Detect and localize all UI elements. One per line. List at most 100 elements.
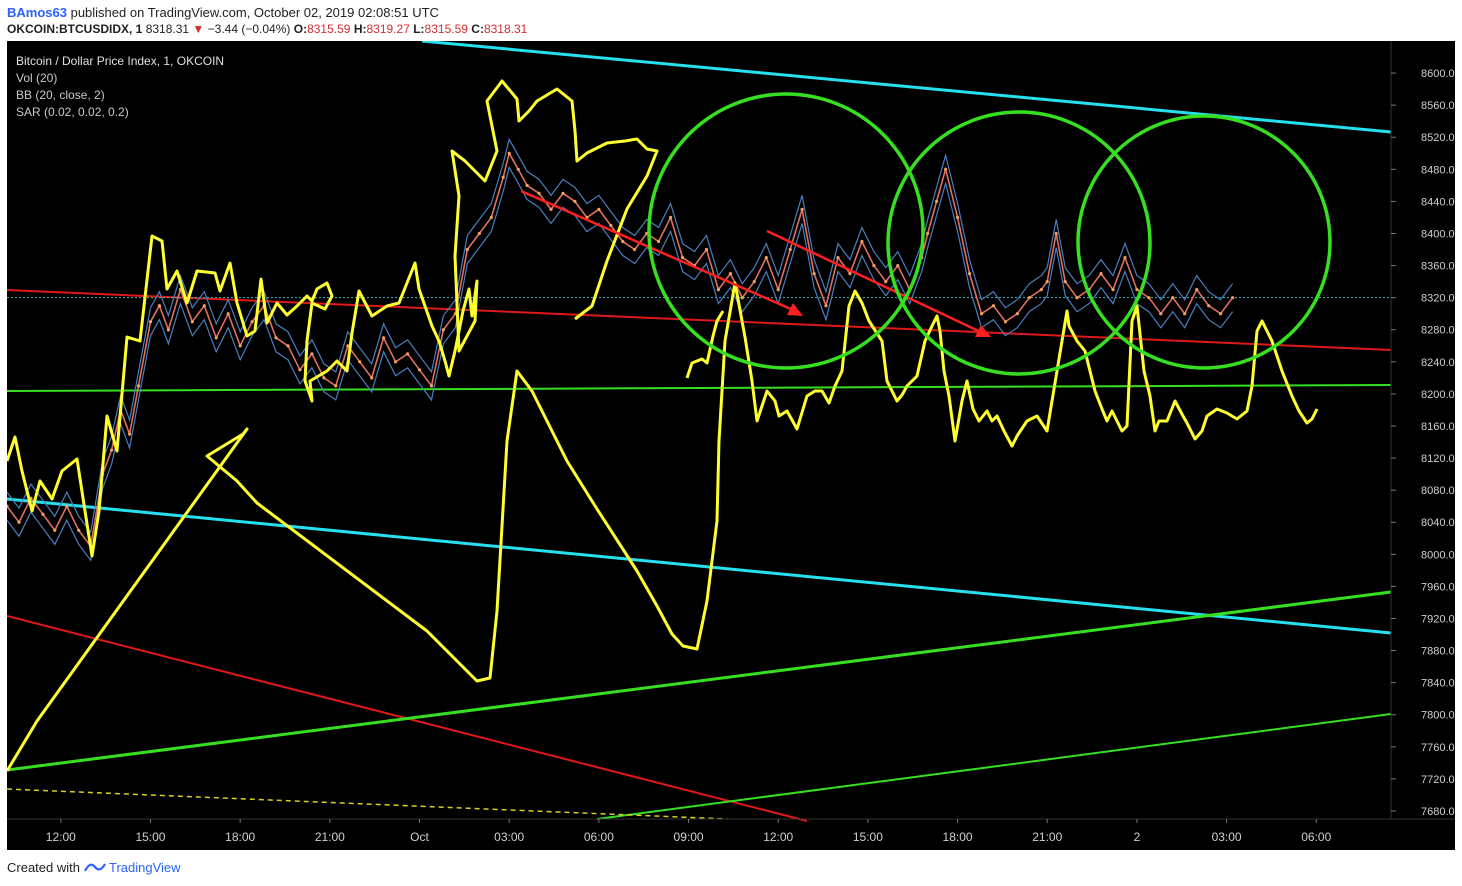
time-tick-label: 03:00 (1212, 830, 1242, 844)
price-tick-label: 8160.00 (1421, 421, 1455, 433)
price-point (633, 247, 637, 252)
price-point (507, 151, 511, 155)
legend-volume[interactable]: Vol (20) (16, 70, 224, 87)
price-point (621, 239, 625, 244)
time-tick-label: 2 (1134, 830, 1141, 844)
price-point (704, 247, 709, 252)
price-point (884, 280, 888, 284)
price-point (298, 368, 302, 372)
time-tick-label: 21:00 (315, 830, 345, 844)
price-point (110, 448, 114, 452)
open-value: 8315.59 (307, 22, 351, 36)
open-label: O: (293, 22, 308, 36)
time-tick-label: 15:00 (853, 830, 883, 844)
time-tick-label: 15:00 (135, 830, 165, 844)
legend-bollinger[interactable]: BB (20, close, 2) (16, 87, 224, 104)
time-tick-label: 21:00 (1032, 830, 1062, 844)
price-point (1045, 280, 1049, 284)
time-tick-label: Oct (410, 830, 429, 844)
price-point (417, 368, 422, 372)
price-tick-label: 7760.00 (1421, 742, 1455, 754)
price-point (944, 167, 948, 171)
price-point (896, 264, 900, 268)
time-tick-label: 18:00 (225, 830, 255, 844)
price-tick-label: 8040.00 (1421, 517, 1455, 529)
created-with-label: Created with (7, 860, 80, 875)
price-point (202, 304, 206, 308)
price-tick-label: 7840.00 (1421, 678, 1455, 690)
price-point (1111, 288, 1115, 292)
price-point (429, 384, 434, 388)
time-tick-label: 12:00 (763, 830, 793, 844)
price-point (979, 312, 984, 316)
price-point (740, 296, 744, 300)
tradingview-link[interactable]: TradingView (109, 860, 181, 875)
price-point (561, 191, 565, 195)
price-tick-label: 8120.00 (1421, 453, 1455, 465)
price-tick-label: 8360.00 (1421, 261, 1455, 273)
price-point (358, 360, 362, 364)
price-point (157, 304, 161, 308)
price-point (657, 239, 661, 244)
price-point (1075, 296, 1079, 300)
price-point (800, 207, 804, 211)
price-point (525, 183, 529, 187)
price-point (788, 247, 792, 252)
price-point (370, 376, 374, 380)
price-point (1039, 288, 1043, 292)
chart-area[interactable]: 8600.00 8560.00 8520.00 8480.00 8440.00 8400.… (5, 39, 1461, 850)
price-point (728, 272, 733, 276)
time-tick-label: 06:00 (584, 830, 614, 844)
price-tick-label: 8240.00 (1421, 357, 1455, 369)
price-tick-label: 8480.00 (1421, 164, 1455, 176)
low-label: L: (413, 22, 425, 36)
close-label: C: (471, 22, 484, 36)
price-point (334, 384, 338, 388)
time-tick-label: 18:00 (943, 830, 973, 844)
price-point (812, 272, 816, 276)
price-tick-label: 8280.00 (1421, 325, 1455, 337)
legend-title[interactable]: Bitcoin / Dollar Price Index, 1, OKCOIN (16, 53, 224, 70)
price-tick-label: 8000.00 (1421, 549, 1455, 561)
price-tick-label: 7680.00 (1421, 806, 1455, 818)
price-point (1207, 304, 1211, 308)
price-point (1159, 312, 1163, 316)
price-point (382, 336, 386, 340)
price-point (549, 207, 553, 211)
price-tick-label: 8320.00 (1421, 293, 1455, 305)
chart-legend: Bitcoin / Dollar Price Index, 1, OKCOIN … (16, 53, 224, 121)
ohlc-line: OKCOIN:BTCUSDIDX, 1 8318.31 ▼ −3.44 (−0.… (7, 22, 527, 36)
price-point (573, 199, 577, 203)
price-point (274, 336, 278, 340)
price-point (477, 231, 481, 236)
price-point (226, 312, 230, 316)
price-point (406, 352, 410, 356)
high-value: 8319.27 (366, 22, 410, 36)
price-tick-label: 8560.00 (1421, 100, 1455, 112)
author-link[interactable]: BAmos63 (7, 5, 67, 20)
price-point (516, 167, 520, 171)
symbol-label: OKCOIN:BTCUSDIDX, 1 (7, 22, 143, 36)
time-tick-label: 03:00 (494, 830, 524, 844)
price-point (1183, 312, 1187, 316)
price-point (166, 328, 170, 332)
price-point (1135, 288, 1139, 292)
price-chart[interactable]: 8600.00 8560.00 8520.00 8480.00 8440.00 8400.… (5, 39, 1461, 850)
price-point (537, 191, 541, 195)
down-arrow-icon: ▼ (192, 22, 205, 36)
price-point (1219, 312, 1223, 316)
close-value: 8318.31 (483, 22, 528, 36)
price-point (836, 256, 840, 260)
price-tick-label: 8200.00 (1421, 389, 1455, 401)
price-point (77, 528, 81, 532)
high-label: H: (353, 22, 367, 36)
price-point (238, 344, 242, 348)
price-point (128, 432, 132, 436)
price-point (214, 336, 218, 340)
publish-info: published on TradingView.com, October 02… (70, 5, 439, 20)
price-point (935, 199, 939, 203)
legend-sar[interactable]: SAR (0.02, 0.02, 0.2) (16, 104, 224, 121)
price-point (1063, 280, 1067, 284)
time-tick-label: 06:00 (1301, 830, 1331, 844)
price-point (967, 272, 972, 276)
